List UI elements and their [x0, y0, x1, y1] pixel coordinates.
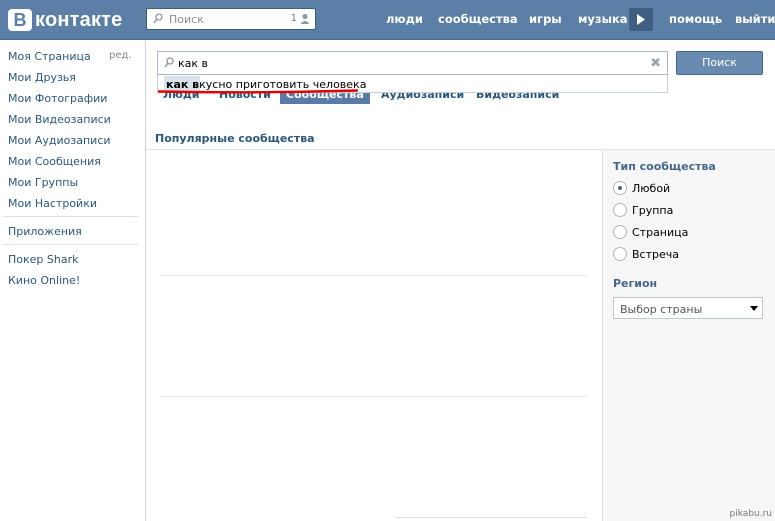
country-select[interactable]: Выбор страны [613, 297, 763, 319]
play-icon [637, 14, 645, 25]
sidebar-app-poker[interactable]: Покер Shark [8, 253, 78, 266]
sidebar-item-groups[interactable]: Мои Группы [8, 176, 78, 189]
search-icon [153, 13, 163, 24]
radio-page-label[interactable]: Страница [632, 226, 688, 239]
logo-letter: В [8, 9, 32, 31]
sidebar-item-settings[interactable]: Мои Настройки [8, 197, 97, 210]
top-bar: В контакте Поиск 1 люди сообщества игры … [0, 0, 775, 40]
radio-event-label[interactable]: Встреча [632, 248, 679, 261]
radio-group[interactable] [613, 203, 627, 217]
sidebar-app-cinema[interactable]: Кино Online! [8, 274, 80, 287]
radio-any[interactable] [613, 181, 627, 195]
sidebar-item-friends[interactable]: Мои Друзья [8, 71, 76, 84]
sidebar-item-my-page[interactable]: Моя Страница [8, 50, 91, 63]
radio-group-label[interactable]: Группа [632, 204, 673, 217]
top-search-count: 1 [290, 13, 297, 24]
sidebar-item-apps[interactable]: Приложения [8, 225, 82, 238]
search-icon [164, 57, 174, 68]
sidebar-divider [3, 216, 139, 217]
red-underline-mark [158, 89, 358, 94]
nav-communities[interactable]: сообщества [438, 12, 518, 26]
sidebar-item-messages[interactable]: Мои Сообщения [8, 155, 101, 168]
content-divider [395, 517, 587, 518]
sidebar-item-photos[interactable]: Мои Фотографии [8, 92, 107, 105]
region-filter-title: Регион [613, 277, 658, 290]
nav-logout[interactable]: выйти [735, 12, 775, 26]
radio-event[interactable] [613, 247, 627, 261]
nav-music[interactable]: музыка [578, 12, 628, 26]
nav-people[interactable]: люди [386, 12, 423, 26]
vk-logo[interactable]: В контакте [8, 8, 123, 32]
nav-help[interactable]: помощь [669, 12, 722, 26]
sidebar-edit-link[interactable]: ред. [109, 50, 132, 61]
music-play-button[interactable] [629, 8, 653, 31]
sidebar-item-audio[interactable]: Мои Аудиозаписи [8, 134, 111, 147]
sidebar-divider [3, 244, 139, 245]
search-input[interactable]: как в ✖ [157, 51, 668, 75]
chevron-down-icon [750, 306, 758, 311]
watermark: pikabu.ru [729, 509, 772, 519]
content-divider [160, 396, 587, 397]
clear-icon[interactable]: ✖ [650, 57, 661, 70]
content-divider [160, 275, 587, 276]
top-search-placeholder: Поиск [169, 13, 204, 26]
main-border [145, 41, 146, 521]
radio-page[interactable] [613, 225, 627, 239]
country-select-value: Выбор страны [620, 303, 703, 316]
top-search-input[interactable]: Поиск 1 [146, 8, 316, 30]
section-title: Популярные сообщества [155, 132, 315, 145]
type-filter-title: Тип сообщества [613, 160, 716, 173]
logo-text: контакте [35, 8, 123, 31]
filter-panel [603, 150, 775, 521]
filter-panel-border [602, 150, 603, 521]
search-value: как в [178, 57, 209, 70]
user-icon [300, 13, 310, 24]
radio-any-label[interactable]: Любой [632, 182, 670, 195]
sidebar-item-videos[interactable]: Мои Видеозаписи [8, 113, 111, 126]
nav-games[interactable]: игры [529, 12, 562, 26]
search-button[interactable]: Поиск [676, 51, 763, 75]
